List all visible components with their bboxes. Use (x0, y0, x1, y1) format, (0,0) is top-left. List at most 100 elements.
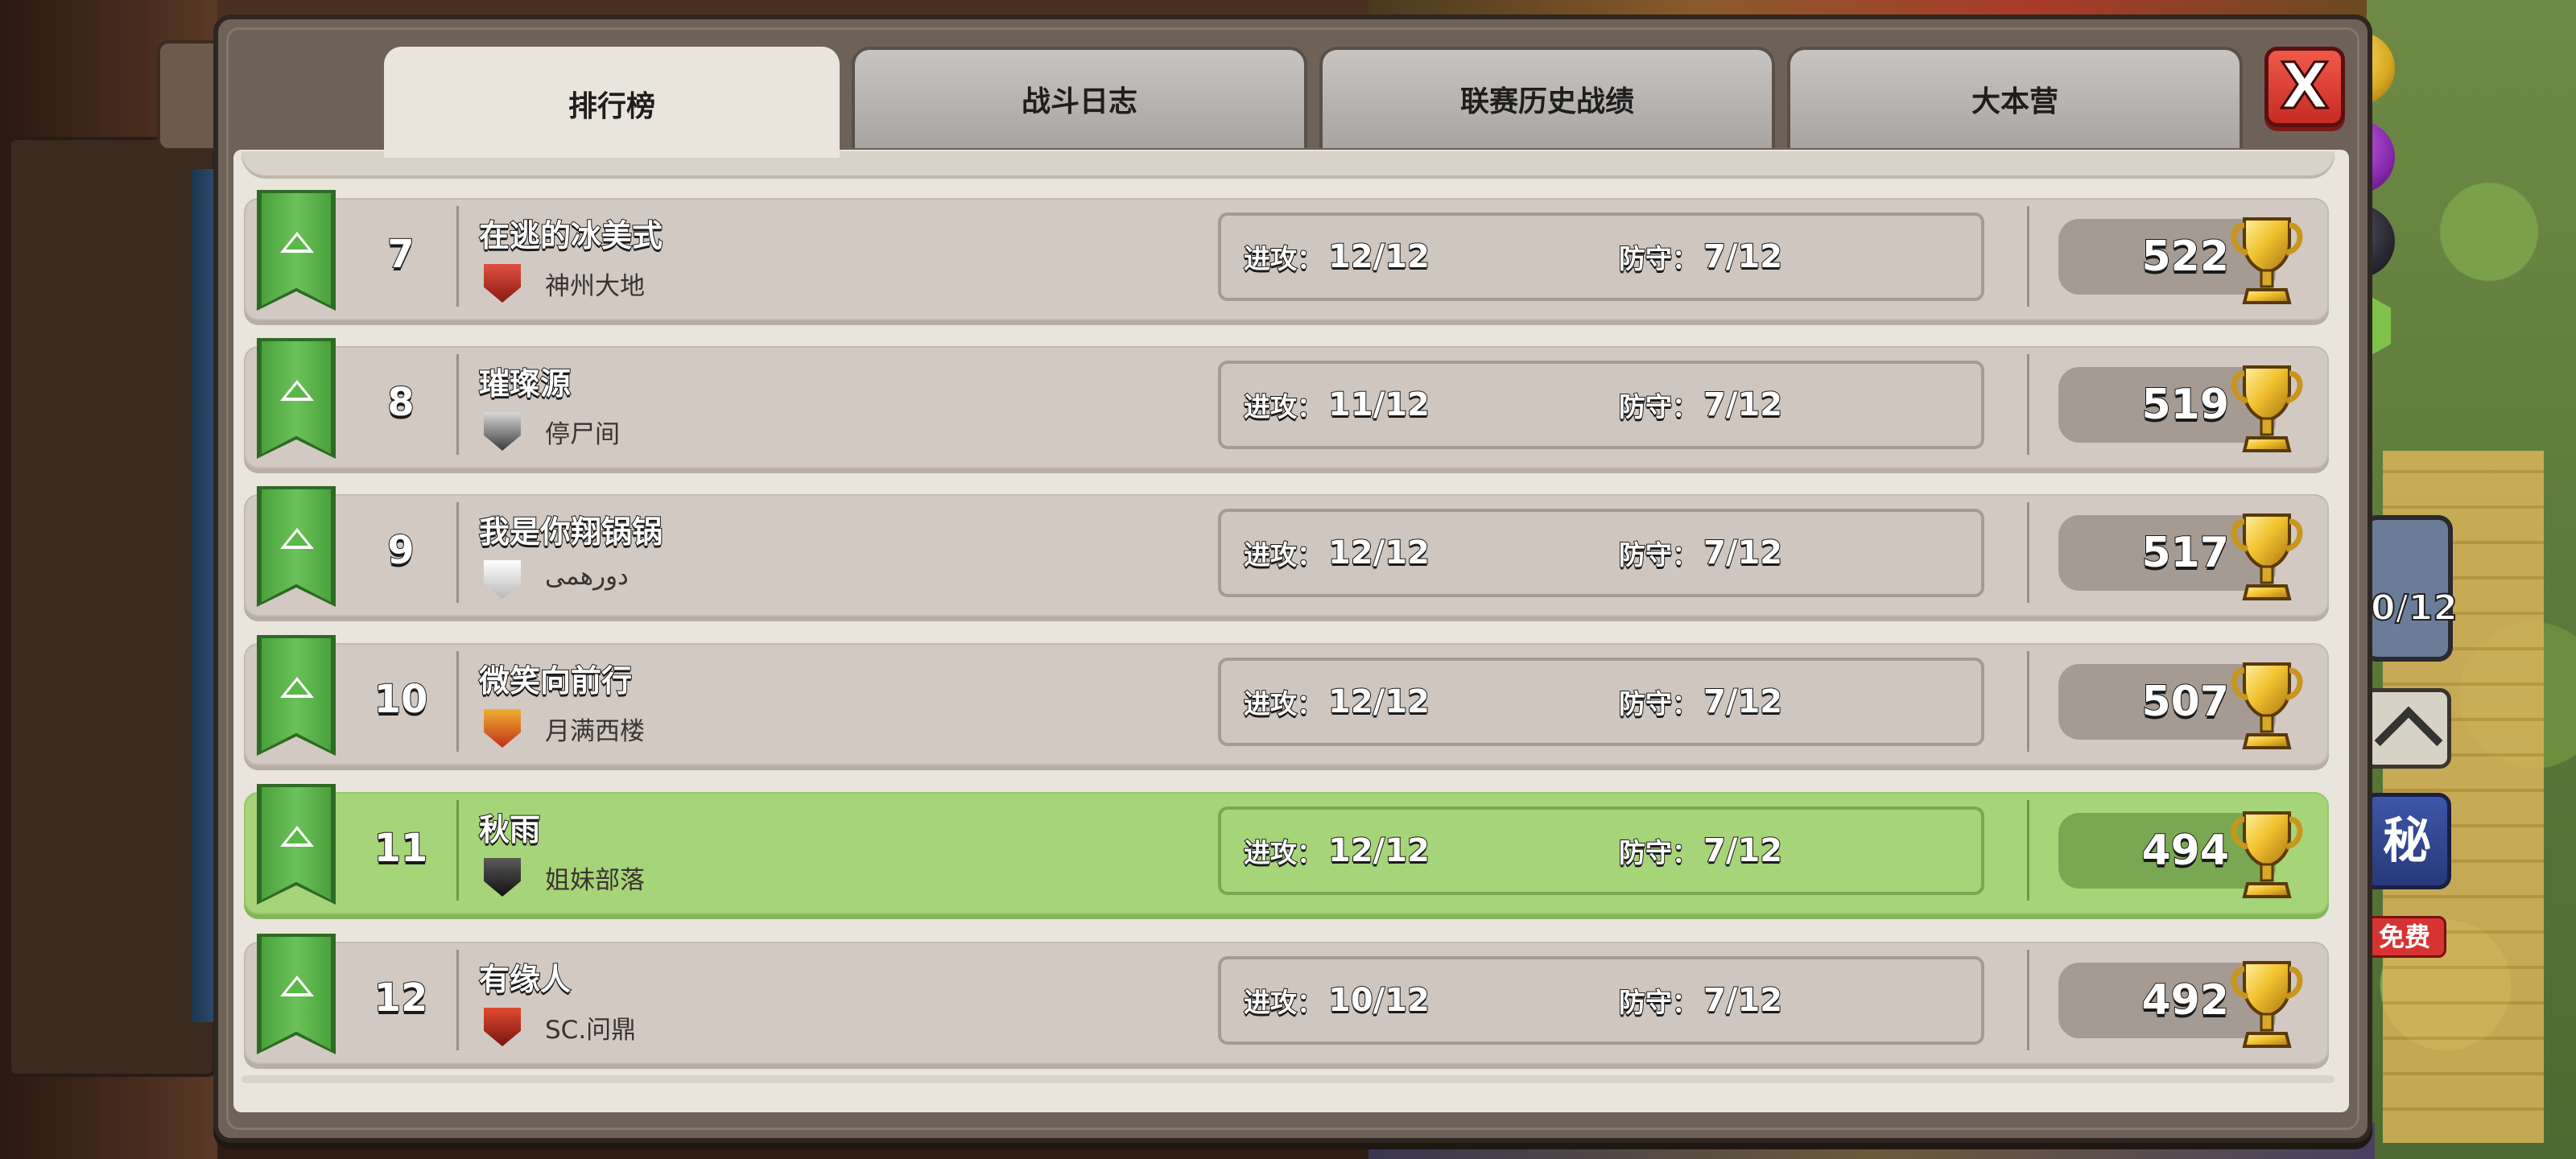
tab-league-history[interactable]: 联赛历史战绩 (1319, 47, 1775, 148)
attack-stat: 进攻： 10/12 (1243, 959, 1430, 1041)
player-name[interactable]: 微笑向前行 (478, 656, 633, 700)
divider (456, 950, 459, 1050)
defense-stat: 防守： 7/12 (1618, 810, 1783, 892)
attack-stat: 进攻： 12/12 (1243, 512, 1430, 594)
list-bottom-edge (242, 1075, 2334, 1083)
defense-label: 防守： (1618, 390, 1699, 423)
attack-value: 10/12 (1327, 981, 1430, 1020)
defense-label: 防守： (1618, 836, 1699, 869)
tab-battle-log[interactable]: 战斗日志 (852, 47, 1307, 148)
divider (2027, 206, 2029, 307)
stats-box: 进攻： 12/12 防守： 7/12 (1218, 806, 1984, 895)
secret-button[interactable]: 秘 (2363, 793, 2451, 889)
promotion-arrow-icon (280, 528, 314, 549)
attack-label: 进攻： (1243, 390, 1324, 423)
promotion-arrow-icon (280, 380, 314, 401)
tab-leaderboard[interactable]: 排行榜 (384, 47, 840, 158)
trophy-icon (2231, 961, 2303, 1048)
divider (2027, 651, 2029, 752)
clan-badge-icon (484, 709, 521, 748)
clan-name[interactable]: 姐妹部落 (545, 860, 645, 896)
player-name[interactable]: 我是你翔锅锅 (478, 507, 663, 551)
stats-box: 进攻： 12/12 防守： 7/12 (1218, 509, 1984, 597)
close-button[interactable]: X (2264, 47, 2345, 127)
defense-value: 7/12 (1703, 237, 1783, 276)
leaderboard-row[interactable]: 9 我是你翔锅锅 دورهمی 进攻： 12/12 防守： 7/12 517 (244, 486, 2329, 617)
leaderboard-row[interactable]: 12 有缘人 SC.问鼎 进攻： 10/12 防守： 7/12 492 (244, 934, 2329, 1064)
background-panel (8, 137, 216, 1077)
rank-number: 12 (374, 975, 429, 1021)
attack-value: 12/12 (1327, 534, 1430, 572)
rank-number: 7 (386, 231, 415, 278)
promotion-arrow-icon (280, 677, 314, 698)
defense-value: 7/12 (1703, 831, 1783, 870)
defense-value: 7/12 (1703, 683, 1783, 721)
defense-stat: 防守： 7/12 (1618, 364, 1783, 446)
rank-number: 9 (386, 527, 415, 574)
background-strip (192, 169, 216, 1022)
trophy-score: 507 (2140, 677, 2230, 727)
player-name[interactable]: 在逃的冰美式 (478, 211, 663, 255)
clan-name[interactable]: 神州大地 (545, 266, 645, 302)
trophy-icon (2231, 811, 2303, 898)
attack-value: 11/12 (1327, 386, 1430, 424)
promotion-arrow-icon (280, 826, 314, 847)
attack-label: 进攻： (1243, 836, 1324, 869)
divider (456, 206, 459, 307)
stats-box: 进攻： 10/12 防守： 7/12 (1218, 956, 1984, 1045)
leaderboard-row[interactable]: 7 在逃的冰美式 神州大地 进攻： 12/12 防守： 7/12 522 (244, 190, 2329, 320)
leaderboard-row[interactable]: 10 微笑向前行 月满西楼 进攻： 12/12 防守： 7/12 507 (244, 635, 2329, 765)
side-card-text: 0/12 (2370, 587, 2458, 629)
defense-stat: 防守： 7/12 (1618, 216, 1783, 298)
collapse-up-button[interactable] (2363, 688, 2451, 769)
player-name[interactable]: 秋雨 (478, 805, 541, 849)
trophy-icon (2231, 217, 2303, 304)
defense-stat: 防守： 7/12 (1618, 512, 1783, 594)
clan-name[interactable]: دورهمی (545, 562, 629, 591)
defense-label: 防守： (1618, 538, 1699, 571)
divider (2027, 502, 2029, 603)
defense-value: 7/12 (1703, 534, 1783, 572)
attack-label: 进攻： (1243, 986, 1324, 1019)
trophy-score: 517 (2140, 528, 2230, 578)
defense-value: 7/12 (1703, 386, 1783, 424)
trophy-icon (2231, 365, 2303, 452)
trophy-icon (2231, 514, 2303, 600)
promotion-arrow-icon (280, 232, 314, 253)
rank-number: 10 (374, 676, 429, 723)
rank-number: 8 (386, 379, 415, 426)
clan-name[interactable]: SC.问鼎 (545, 1009, 636, 1046)
stats-box: 进攻： 11/12 防守： 7/12 (1218, 361, 1984, 449)
player-name[interactable]: 璀璨源 (478, 359, 572, 403)
defense-value: 7/12 (1703, 981, 1783, 1020)
free-badge[interactable]: 免费 (2363, 916, 2446, 958)
defense-label: 防守： (1618, 687, 1699, 720)
leaderboard-row[interactable]: 11 秋雨 姐妹部落 进攻： 12/12 防守： 7/12 494 (244, 784, 2329, 914)
player-name[interactable]: 有缘人 (478, 955, 572, 999)
attack-stat: 进攻： 12/12 (1243, 216, 1430, 298)
clan-name[interactable]: 月满西楼 (545, 711, 645, 747)
attack-label: 进攻： (1243, 687, 1324, 720)
trophy-score: 492 (2140, 975, 2230, 1025)
close-icon: X (2279, 51, 2330, 123)
promotion-arrow-icon (280, 975, 314, 996)
clan-badge-icon (484, 264, 521, 303)
attack-stat: 进攻： 12/12 (1243, 661, 1430, 743)
trophy-score: 494 (2140, 826, 2230, 876)
tab-town-hall[interactable]: 大本营 (1787, 47, 2243, 148)
divider (2027, 354, 2029, 455)
divider (2027, 950, 2029, 1050)
stats-box: 进攻： 12/12 防守： 7/12 (1218, 212, 1984, 301)
attack-value: 12/12 (1327, 683, 1430, 721)
divider (456, 502, 459, 603)
attack-stat: 进攻： 11/12 (1243, 364, 1430, 446)
defense-stat: 防守： 7/12 (1618, 661, 1783, 743)
rank-number: 11 (374, 825, 429, 872)
leaderboard-row[interactable]: 8 璀璨源 停尸间 进攻： 11/12 防守： 7/12 519 (244, 338, 2329, 468)
clan-badge-icon (484, 858, 521, 897)
stats-box: 进攻： 12/12 防守： 7/12 (1218, 658, 1984, 746)
clan-badge-icon (484, 560, 521, 599)
divider (456, 354, 459, 455)
defense-label: 防守： (1618, 242, 1699, 275)
clan-name[interactable]: 停尸间 (545, 414, 620, 450)
